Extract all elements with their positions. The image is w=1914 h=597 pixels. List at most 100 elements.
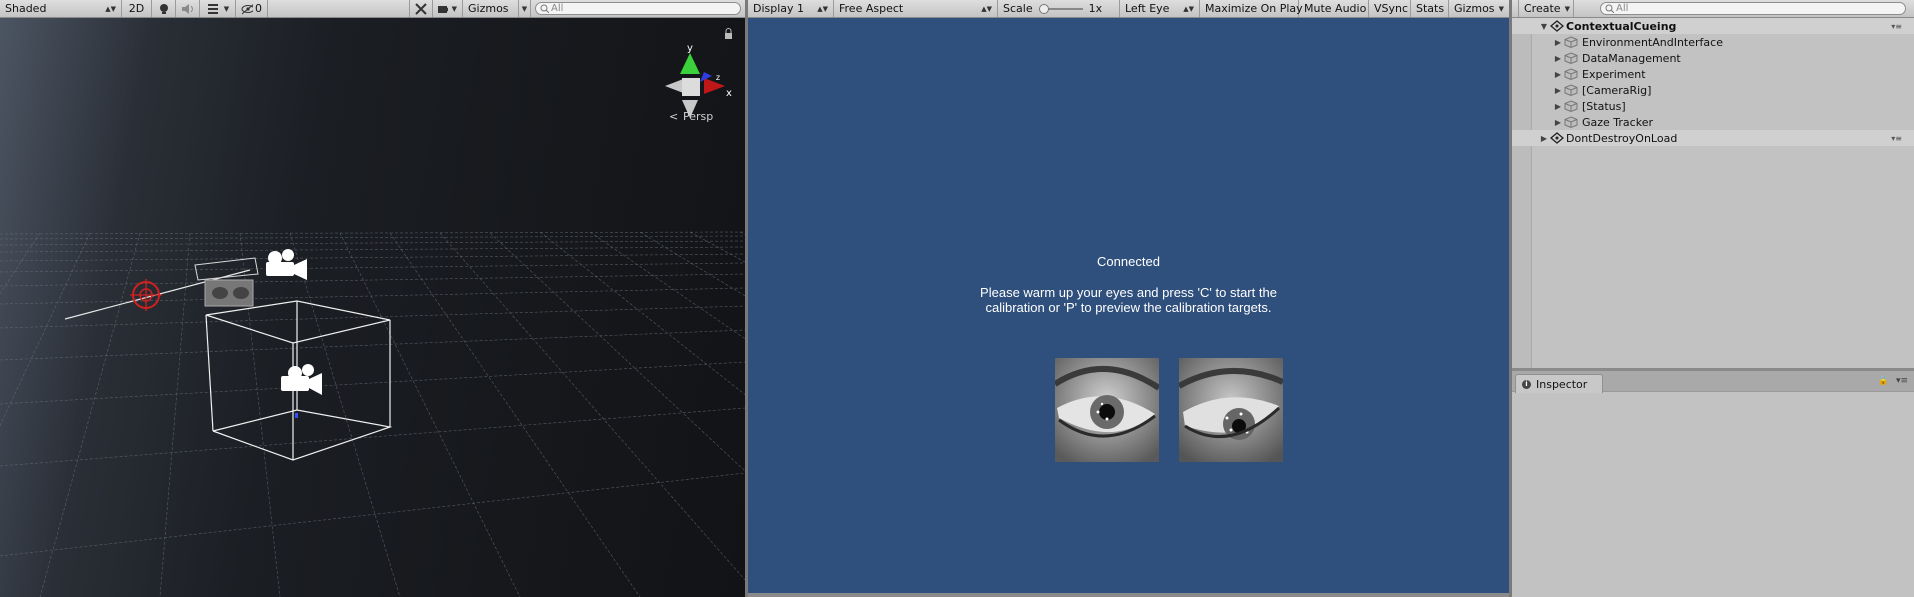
hierarchy-item[interactable]: ▶ Experiment — [1512, 66, 1914, 82]
lock-icon[interactable]: 🔒 — [1878, 376, 1889, 386]
instruction-line-1: Please warm up your eyes and press 'C' t… — [980, 285, 1277, 300]
dont-destroy-label: DontDestroyOnLoad — [1566, 131, 1678, 145]
game-toolbar: Display 1 ▲▼ Free Aspect ▲▼ Scale 1x Lef… — [748, 0, 1509, 18]
tab-inspector[interactable]: i Inspector — [1515, 374, 1603, 393]
context-menu-icon[interactable]: ▾≡ — [1891, 22, 1902, 31]
chevron-down-icon: ▼ — [1498, 4, 1504, 13]
camera-dropdown[interactable]: ▼ — [433, 0, 463, 17]
scene-name: ContextualCueing — [1566, 19, 1677, 33]
chevron-down-icon: ▲▼ — [105, 4, 116, 13]
hierarchy-item[interactable]: ▶ DataManagement — [1512, 50, 1914, 66]
context-menu-icon[interactable]: ▾≡ — [1896, 376, 1908, 386]
scale-slider[interactable]: Scale 1x — [998, 0, 1120, 17]
inspector-tabbar: i Inspector 🔒 ▾≡ — [1512, 370, 1914, 393]
game-panel: Display 1 ▲▼ Free Aspect ▲▼ Scale 1x Lef… — [748, 0, 1509, 597]
hierarchy-toolbar: Create ▼ All — [1512, 0, 1914, 18]
chevron-down-icon: ▼ — [223, 4, 230, 13]
gameobject-cube-icon — [1564, 100, 1578, 112]
gameobject-cube-icon — [1564, 68, 1578, 80]
expand-right-icon[interactable]: ▶ — [1552, 102, 1564, 111]
vsync-toggle[interactable]: VSync — [1369, 0, 1411, 17]
draw-mode-dropdown[interactable]: Shaded ▲▼ — [0, 0, 122, 17]
inspector-tab-icons: 🔒 ▾≡ — [1878, 376, 1908, 386]
hierarchy-item[interactable]: ▶ EnvironmentAndInterface — [1512, 34, 1914, 50]
hierarchy-item[interactable]: ▶ Gaze Tracker — [1512, 114, 1914, 130]
gizmo-z-label: z — [716, 73, 720, 82]
instruction-text: Please warm up your eyes and press 'C' t… — [748, 285, 1509, 315]
gameobject-cube-icon — [1564, 116, 1578, 128]
audio-toggle[interactable] — [176, 0, 200, 17]
eye-dropdown[interactable]: Left Eye ▲▼ — [1120, 0, 1200, 17]
lock-icon[interactable] — [725, 28, 732, 40]
hierarchy-item-label: Experiment — [1582, 67, 1646, 81]
hierarchy-list: ▼ ContextualCueing ▾≡ ▶ EnvironmentAndIn… — [1512, 18, 1914, 146]
scale-thumb[interactable] — [1038, 3, 1049, 14]
scene-visibility-toggle[interactable]: 0 — [236, 0, 268, 17]
origin-marker — [295, 413, 298, 418]
chevron-down-icon: ▼ — [451, 4, 457, 13]
hierarchy-item[interactable]: ▶ [CameraRig] — [1512, 82, 1914, 98]
unity-scene-icon — [1550, 20, 1564, 32]
game-viewport[interactable]: Connected Please warm up your eyes and p… — [748, 18, 1509, 593]
connection-status: Connected — [1097, 254, 1160, 269]
game-gizmos-dropdown[interactable]: Gizmos ▼ — [1449, 0, 1509, 17]
hierarchy-item-label: [Status] — [1582, 99, 1626, 113]
scene-viewport[interactable]: y x z < Persp — [0, 18, 745, 597]
orientation-gizmo-icon[interactable] — [665, 53, 725, 118]
expand-right-icon[interactable]: ▶ — [1538, 134, 1550, 143]
effects-dropdown[interactable]: ▼ — [200, 0, 236, 17]
left-eye-image — [1055, 358, 1159, 462]
scale-track[interactable] — [1038, 3, 1083, 14]
target-crosshair-icon[interactable] — [130, 279, 162, 311]
chevron-down-icon: ▼ — [521, 4, 528, 13]
scale-label: Scale — [1003, 2, 1033, 15]
right-eye-image — [1179, 358, 1283, 462]
main-camera-icon[interactable] — [281, 364, 322, 395]
chevron-down-icon: ▼ — [1564, 4, 1570, 13]
stats-toggle[interactable]: Stats — [1411, 0, 1449, 17]
tools-toggle[interactable] — [409, 0, 433, 17]
effects-icon — [207, 3, 218, 14]
hierarchy-item[interactable]: ▶ [Status] — [1512, 98, 1914, 114]
toggle-2d-button[interactable]: 2D — [122, 0, 152, 17]
create-dropdown[interactable]: Create ▼ — [1518, 0, 1574, 17]
scene-toolbar: Shaded ▲▼ 2D ▼ 0 ▼ Gizmos ▼ All — [0, 0, 745, 18]
scene-search-placeholder: All — [551, 3, 564, 14]
expand-right-icon[interactable]: ▶ — [1552, 86, 1564, 95]
unity-scene-icon — [1550, 132, 1564, 144]
display-dropdown[interactable]: Display 1 ▲▼ — [748, 0, 834, 17]
eye-label: Left Eye — [1125, 2, 1170, 15]
camera-gizmo-icon[interactable] — [266, 249, 307, 280]
hierarchy-search-input[interactable]: All — [1600, 2, 1906, 15]
draw-mode-label: Shaded — [5, 2, 47, 15]
projection-label[interactable]: Persp — [683, 110, 713, 123]
stats-label: Stats — [1416, 2, 1445, 15]
hierarchy-panel: Create ▼ All ▼ ContextualCueing ▾≡ ▶ Env… — [1512, 0, 1914, 370]
expand-right-icon[interactable]: ▶ — [1552, 70, 1564, 79]
lighting-toggle[interactable] — [152, 0, 176, 17]
scene-row[interactable]: ▼ ContextualCueing ▾≡ — [1512, 18, 1914, 34]
game-gizmos-label: Gizmos — [1454, 2, 1495, 15]
gizmos-label: Gizmos — [468, 2, 509, 15]
maximize-on-play-toggle[interactable]: Maximize On Play — [1200, 0, 1303, 17]
dont-destroy-row[interactable]: ▶ DontDestroyOnLoad ▾≡ — [1512, 130, 1914, 146]
mute-label: Mute Audio — [1304, 2, 1367, 15]
gizmo-x-label: x — [726, 88, 732, 99]
expand-right-icon[interactable]: ▶ — [1552, 54, 1564, 63]
mute-audio-toggle[interactable]: Mute Audio — [1299, 0, 1369, 17]
aspect-dropdown[interactable]: Free Aspect ▲▼ — [834, 0, 998, 17]
expand-right-icon[interactable]: ▶ — [1552, 118, 1564, 127]
expand-down-icon[interactable]: ▼ — [1538, 22, 1550, 31]
gizmos-dropdown[interactable]: Gizmos — [463, 0, 519, 17]
expand-right-icon[interactable]: ▶ — [1552, 38, 1564, 47]
context-menu-icon[interactable]: ▾≡ — [1891, 134, 1902, 143]
light-bulb-icon — [159, 3, 168, 14]
inspector-tab-label: Inspector — [1536, 377, 1588, 391]
scene-search-input[interactable]: All — [535, 2, 741, 15]
create-label: Create — [1524, 2, 1561, 15]
hierarchy-item-label: EnvironmentAndInterface — [1582, 35, 1723, 49]
gizmos-arrow[interactable]: ▼ — [519, 0, 531, 17]
search-icon — [540, 4, 549, 13]
